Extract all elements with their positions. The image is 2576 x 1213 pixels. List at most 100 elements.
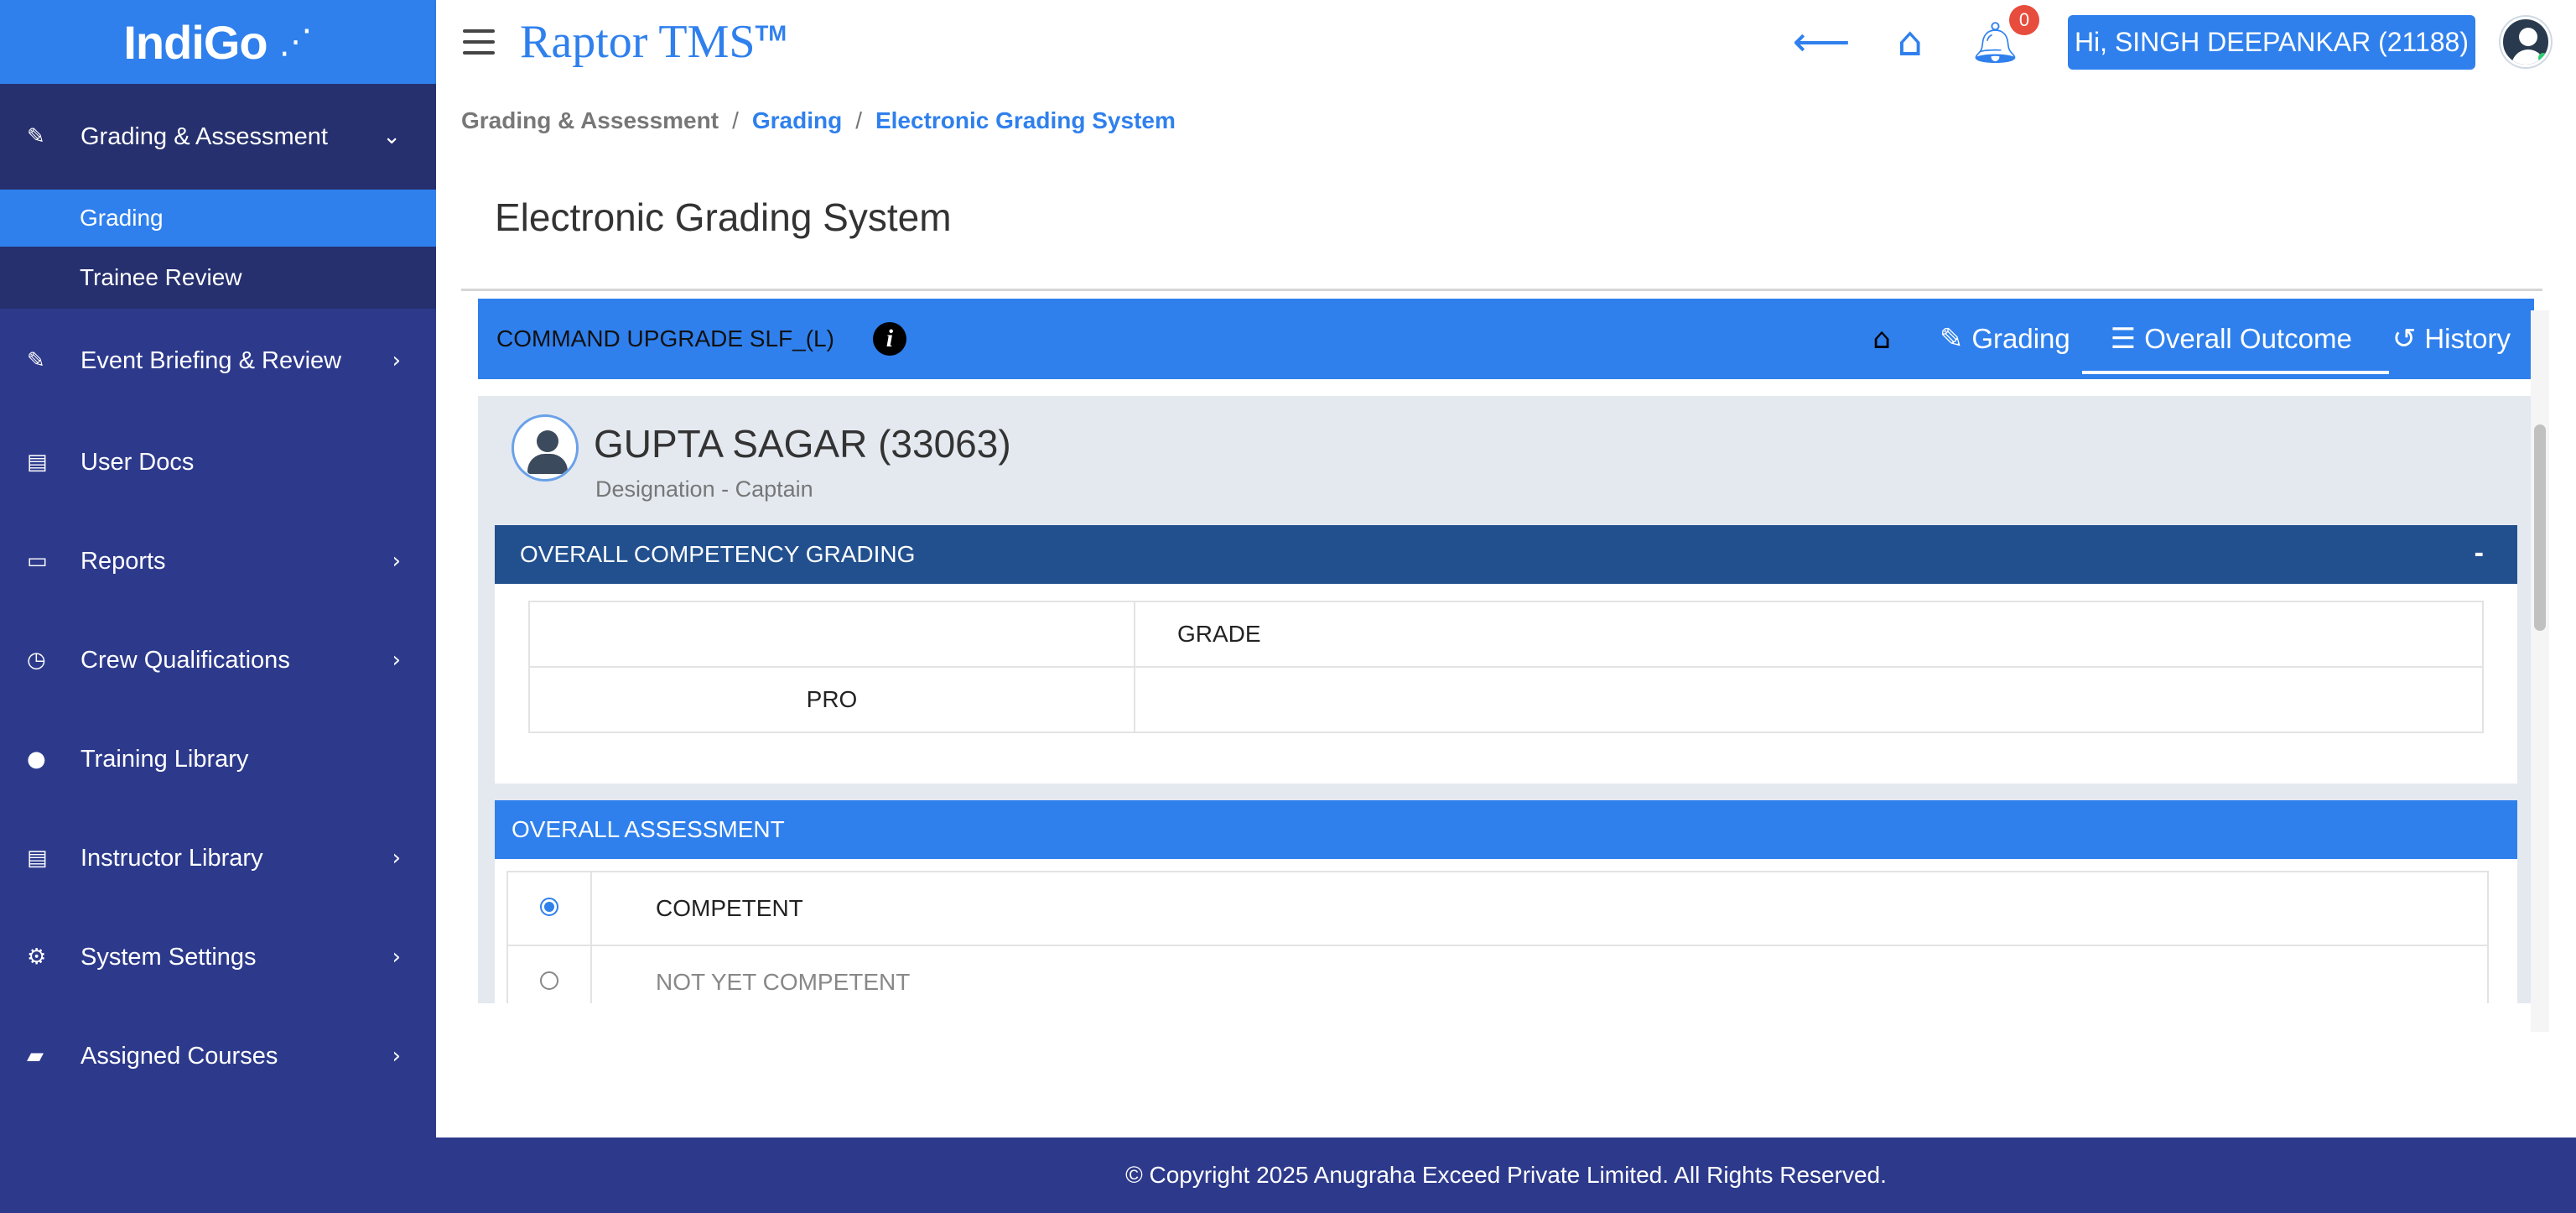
- competency-panel-header[interactable]: OVERALL COMPETENCY GRADING -: [495, 525, 2517, 584]
- document-icon: ▤: [27, 846, 48, 871]
- breadcrumb-item-electronic-grading[interactable]: Electronic Grading System: [875, 107, 1176, 133]
- sidebar-item-label: Training Library: [80, 745, 249, 773]
- avatar[interactable]: [2501, 17, 2551, 67]
- home-icon: ⌂: [1872, 322, 1891, 356]
- plane-dots-icon: ⋰: [278, 23, 313, 61]
- sidebar-subitem-label: Trainee Review: [80, 264, 242, 290]
- trainee-designation: Designation - Captain: [595, 476, 813, 502]
- user-icon: ●: [27, 747, 46, 772]
- tab-overall-outcome[interactable]: ☰ Overall Outcome: [2081, 299, 2389, 379]
- sidebar-item-label: Instructor Library: [80, 844, 263, 872]
- chevron-right-icon: ›: [392, 348, 401, 373]
- breadcrumb: Grading & Assessment / Grading / Electronic …: [461, 107, 1176, 133]
- sidebar-item-system-settings[interactable]: ⚙ System Settings ›: [0, 908, 436, 1007]
- sidebar-item-crew-qualifications[interactable]: ◷ Crew Qualifications ›: [0, 611, 436, 710]
- competent-radio[interactable]: [540, 898, 558, 916]
- competency-grade[interactable]: [1134, 666, 2484, 733]
- sidebar-item-label: User Docs: [80, 448, 195, 476]
- info-icon[interactable]: i: [872, 322, 906, 356]
- chevron-right-icon: ›: [392, 945, 401, 970]
- competency-label: PRO: [528, 666, 1135, 733]
- sidebar-item-training-library[interactable]: ● Training Library: [0, 710, 436, 809]
- sidebar-item-event-briefing[interactable]: ✎ Event Briefing & Review ›: [0, 309, 436, 413]
- not-yet-competent-radio[interactable]: [540, 971, 558, 990]
- list-item[interactable]: COMPETENT: [506, 871, 2489, 946]
- sidebar-item-reports[interactable]: ▭ Reports ›: [0, 512, 436, 611]
- table-header-row: GRADE: [528, 601, 2484, 668]
- competency-table-wrap: GRADE PRO: [495, 584, 2517, 784]
- topbar: Raptor TMSTM ⟵ ⌂ 🔔︎ 0 Hi, SINGH DEEPANKAR…: [436, 0, 2576, 84]
- outcome-scroll-area[interactable]: GUPTA SAGAR (33063) Designation - Captai…: [478, 396, 2534, 1003]
- sidebar-item-label: Reports: [80, 547, 166, 575]
- trainee-name: GUPTA SAGAR (33063): [594, 422, 1011, 466]
- radio-cell: [506, 871, 592, 946]
- indigo-logo[interactable]: IndiGo: [123, 15, 267, 70]
- edit-icon: ✎: [27, 348, 45, 373]
- notification-badge: 0: [2008, 4, 2039, 35]
- sidebar-item-user-docs[interactable]: ▤ User Docs: [0, 413, 436, 512]
- option-label: COMPETENT: [590, 871, 2489, 946]
- table-row: PRO: [528, 666, 2484, 733]
- scrollbar-track[interactable]: [2531, 310, 2549, 1032]
- course-tabs: ⌂ ✎ Grading ☰ Overall Outcome ↺ History: [1836, 299, 2514, 379]
- list-item[interactable]: NOT YET COMPETENT: [506, 945, 2489, 1003]
- trademark-mark: TM: [755, 20, 787, 46]
- history-icon: ↺: [2392, 322, 2417, 356]
- edit-icon: ✎: [1939, 322, 1964, 356]
- table-header-grade: GRADE: [1134, 601, 2484, 668]
- chevron-down-icon: ⌄: [382, 124, 401, 149]
- trainee-avatar-icon: [512, 414, 579, 482]
- assessment-panel-header: OVERALL ASSESSMENT: [495, 800, 2517, 859]
- table-header-empty: [528, 601, 1135, 668]
- sidebar-item-label: System Settings: [80, 943, 257, 971]
- sidebar-subitem-trainee-review[interactable]: Trainee Review: [0, 247, 436, 309]
- radio-cell: [506, 945, 592, 1003]
- sidebar-item-label: Event Briefing & Review: [80, 346, 342, 374]
- scrollbar[interactable]: [2534, 424, 2546, 631]
- sidebar-item-label: Crew Qualifications: [80, 646, 290, 674]
- sidebar-item-instructor-library[interactable]: ▤ Instructor Library ›: [0, 809, 436, 908]
- logo-bar: IndiGo ⋰: [0, 0, 436, 84]
- breadcrumb-item-grading[interactable]: Grading: [752, 107, 842, 133]
- course-bar: COMMAND UPGRADE SLF_(L) i ⌂ ✎ Grading ☰ Ov…: [478, 299, 2534, 379]
- copyright-text: © Copyright 2025 Anugraha Exceed Private…: [1125, 1162, 1887, 1188]
- sidebar: IndiGo ⋰ ✎ Grading & Assessment ⌄ Gradin…: [0, 0, 436, 1213]
- sidebar-item-label: Grading & Assessment: [80, 122, 328, 150]
- competency-table: GRADE PRO: [528, 601, 2484, 733]
- assessment-panel: OVERALL ASSESSMENT COMPETENT NOT YET COM…: [495, 800, 2517, 1003]
- hamburger-menu-icon[interactable]: [463, 29, 495, 55]
- edit-icon: ✎: [27, 124, 45, 149]
- online-status-icon: [2538, 53, 2548, 63]
- chevron-right-icon: ›: [392, 648, 401, 673]
- collapse-button[interactable]: -: [2475, 537, 2484, 570]
- assessment-panel-title: OVERALL ASSESSMENT: [512, 816, 785, 842]
- tab-history[interactable]: ↺ History: [2389, 299, 2514, 379]
- clock-icon: ◷: [27, 648, 46, 673]
- top-actions: ⟵ ⌂ 🔔︎ 0 Hi, SINGH DEEPANKAR (21188): [1793, 0, 2551, 84]
- trainee-header: GUPTA SAGAR (33063) Designation - Captai…: [478, 396, 2534, 525]
- chevron-right-icon: ›: [392, 846, 401, 871]
- breadcrumb-item-grading-assessment: Grading & Assessment: [461, 107, 719, 133]
- competency-panel: OVERALL COMPETENCY GRADING - GRADE PRO: [495, 525, 2517, 784]
- tab-label: History: [2424, 323, 2511, 354]
- tab-label: Grading: [1971, 323, 2070, 354]
- user-menu-button[interactable]: Hi, SINGH DEEPANKAR (21188): [2067, 14, 2475, 70]
- gears-icon: ⚙: [27, 945, 47, 970]
- footer: © Copyright 2025 Anugraha Exceed Private…: [436, 1138, 2576, 1213]
- home-icon[interactable]: ⌂: [1898, 18, 1923, 65]
- main-content: Grading & Assessment / Grading / Electronic …: [436, 84, 2576, 1138]
- bell-icon[interactable]: 🔔︎ 0: [1970, 4, 2039, 66]
- report-icon: ▭: [27, 549, 48, 574]
- sidebar-item-assigned-courses[interactable]: ▰ Assigned Courses ›: [0, 1007, 436, 1106]
- tab-home[interactable]: ⌂: [1869, 299, 1903, 379]
- sidebar-subitem-grading[interactable]: Grading: [0, 190, 436, 247]
- sidebar-item-label: Assigned Courses: [80, 1042, 278, 1070]
- tab-grading[interactable]: ✎ Grading: [1936, 299, 2074, 379]
- assessment-options-wrap: COMPETENT NOT YET COMPETENT: [495, 859, 2517, 1003]
- back-arrow-icon[interactable]: ⟵: [1793, 18, 1851, 65]
- competency-panel-title: OVERALL COMPETENCY GRADING: [520, 541, 916, 567]
- option-label: NOT YET COMPETENT: [590, 945, 2489, 1003]
- sidebar-item-grading-assessment[interactable]: ✎ Grading & Assessment ⌄: [0, 84, 436, 190]
- chevron-right-icon: ›: [392, 1044, 401, 1069]
- list-icon: ☰: [2110, 322, 2137, 356]
